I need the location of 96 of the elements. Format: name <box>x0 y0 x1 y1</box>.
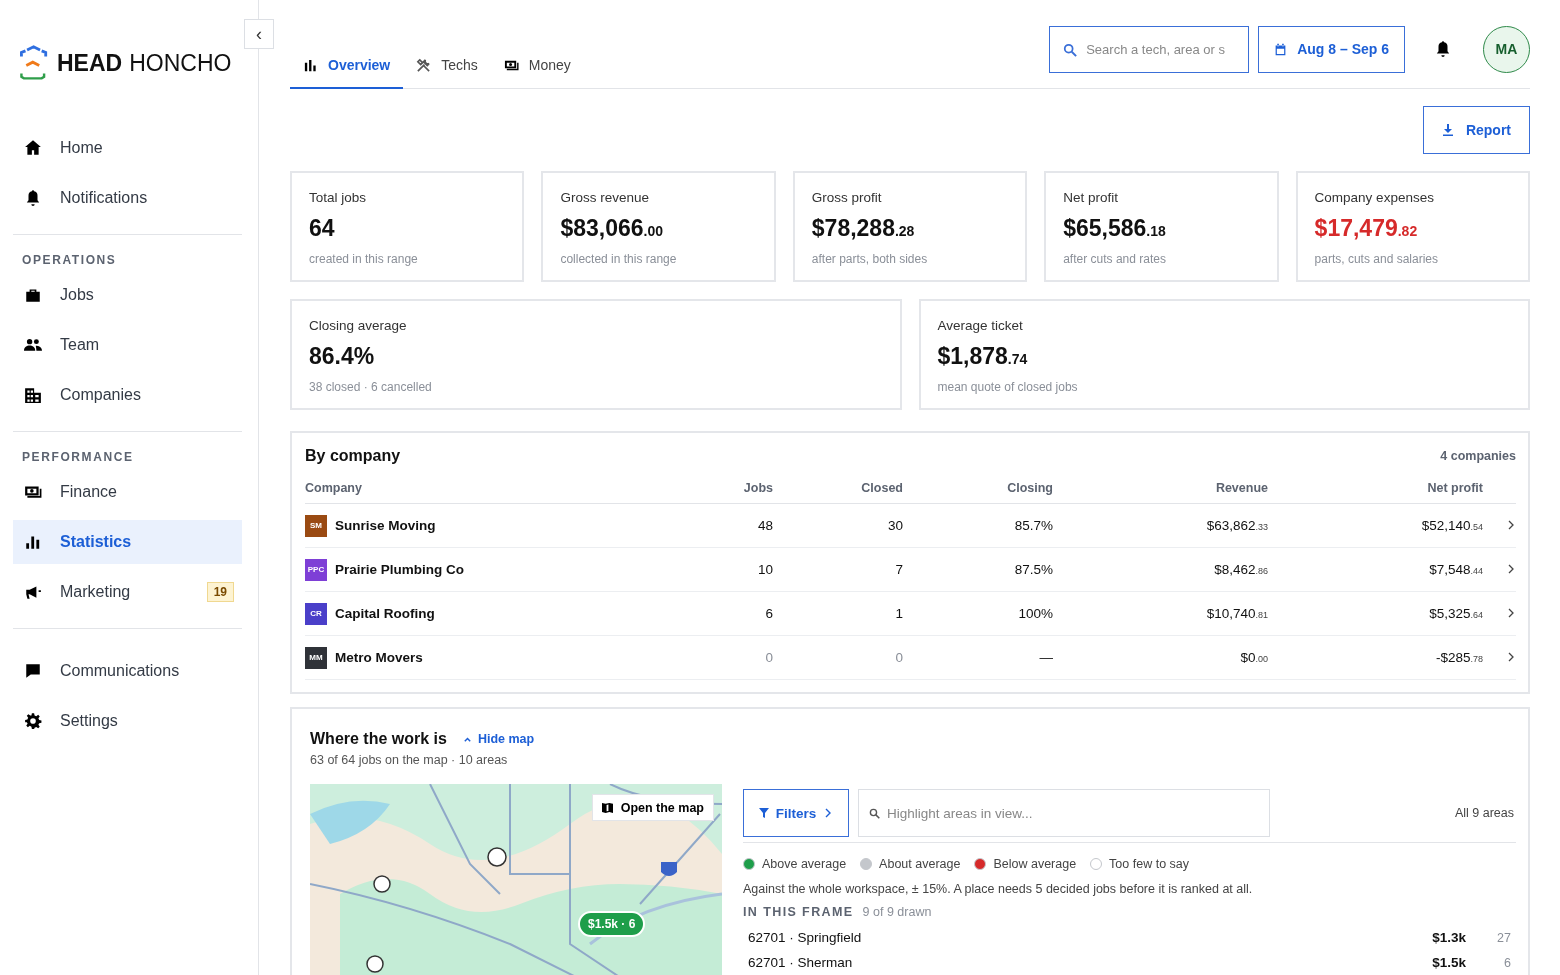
user-avatar[interactable]: MA <box>1483 25 1530 73</box>
areas-count: All 9 areas <box>1454 806 1515 820</box>
table-cell: $0.00 <box>1053 635 1268 680</box>
tab[interactable]: Money <box>490 43 584 89</box>
stat-label: Closing average <box>309 318 408 333</box>
sidebar-item[interactable]: Settings <box>13 699 242 743</box>
stat-label: Gross profit <box>811 190 883 205</box>
table-cell: $10,740.81 <box>1053 591 1268 636</box>
column-header: Company <box>305 475 693 504</box>
section-title: Where the work is <box>310 730 447 748</box>
table-cell: 30 <box>773 503 903 548</box>
map-subtitle: 63 of 64 jobs on the map · 10 areas <box>310 753 509 767</box>
stat-label: Gross revenue <box>560 190 650 205</box>
column-header: Closed <box>773 475 903 504</box>
sidebar-item[interactable]: Jobs <box>13 273 242 317</box>
stat-value: $65,586.18 <box>1063 215 1167 242</box>
table-cell: 48 <box>693 503 773 548</box>
company-initials: MM <box>305 646 327 669</box>
table-cell: $63,862.33 <box>1053 503 1268 548</box>
date-range-button[interactable]: Aug 8 – Sep 6 <box>1258 25 1405 73</box>
stat-note: collected in this range <box>560 252 678 266</box>
section-heading: OPERATIONS <box>22 253 118 267</box>
frame-count: 9 of 9 drawn <box>862 905 932 919</box>
company-count: 4 companies <box>1440 449 1516 463</box>
company-name-cell[interactable]: CR Capital Roofing <box>305 602 693 625</box>
table-cell: 1 <box>773 591 903 636</box>
highlight-search-field[interactable]: Highlight areas in view... <box>858 789 1270 837</box>
stat-value: $17,479.82 <box>1314 215 1419 242</box>
table-cell: -$285.78 <box>1268 635 1483 680</box>
stat-label: Net profit <box>1063 190 1119 205</box>
sidebar-item[interactable]: Finance <box>13 470 242 514</box>
table-cell: $7,548.44 <box>1268 547 1483 592</box>
frame-heading: IN THIS FRAME <box>743 905 854 919</box>
stat-value: 64 <box>309 215 336 242</box>
table-cell: 100% <box>903 591 1053 636</box>
area-row[interactable]: 62701 · Sherman $1.5k 6 <box>743 950 1516 975</box>
table-cell: 7 <box>773 547 903 592</box>
company-name-cell[interactable]: PPC Prairie Plumbing Co <box>305 558 693 581</box>
company-initials: PPC <box>305 558 327 581</box>
filters-button[interactable]: Filters <box>743 789 849 837</box>
section-heading: PERFORMANCE <box>22 450 135 464</box>
legend-label: Too few to say <box>1109 857 1189 871</box>
table-cell: 0 <box>693 635 773 680</box>
company-name-cell[interactable]: MM Metro Movers <box>305 646 693 669</box>
search-field[interactable]: Search a tech, area or s <box>1049 25 1250 73</box>
open-map-button[interactable]: Open the map <box>591 794 714 821</box>
stat-value: $1,878.74 <box>937 343 1029 370</box>
company-name-cell[interactable]: SM Sunrise Moving <box>305 514 693 537</box>
column-header: Revenue <box>1053 475 1268 504</box>
tab[interactable]: Overview <box>290 43 404 89</box>
stat-label: Company expenses <box>1314 190 1435 205</box>
stat-label: Average ticket <box>937 318 1024 333</box>
report-button[interactable]: Report <box>1422 106 1530 154</box>
tab[interactable]: Techs <box>403 43 491 89</box>
stat-note: 38 closed · 6 cancelled <box>309 380 433 394</box>
table-cell: 85.7% <box>903 503 1053 548</box>
table-cell: 87.5% <box>903 547 1053 592</box>
brand-name-suffix: HONCHO <box>129 49 232 77</box>
sidebar-item[interactable]: Notifications <box>13 176 242 220</box>
column-header: Net profit <box>1268 475 1483 504</box>
stat-value: $78,288.28 <box>811 215 916 242</box>
hide-map-link[interactable]: Hide map <box>462 732 535 746</box>
stat-note: parts, cuts and salaries <box>1314 252 1439 266</box>
stat-note: created in this range <box>309 252 419 266</box>
collapse-button[interactable]: ‹ <box>244 19 274 49</box>
company-initials: CR <box>305 602 327 625</box>
legend-label: Below average <box>993 857 1077 871</box>
sidebar-item[interactable]: Companies <box>13 373 242 417</box>
stat-value: $83,066.00 <box>560 215 664 242</box>
sidebar-item[interactable]: Statistics <box>13 520 242 564</box>
stat-note: mean quote of closed jobs <box>937 380 1079 394</box>
table-cell: $5,325.64 <box>1268 591 1483 636</box>
section-title: By company <box>305 447 401 465</box>
stat-note: after parts, both sides <box>811 252 929 266</box>
table-cell: 0 <box>773 635 903 680</box>
legend-label: About average <box>879 857 961 871</box>
table-cell: 10 <box>693 547 773 592</box>
sidebar-item[interactable]: Communications <box>13 649 242 693</box>
legend-label: Above average <box>762 857 847 871</box>
table-cell: $8,462.86 <box>1053 547 1268 592</box>
stat-value: 86.4% <box>309 343 376 370</box>
table-cell: $52,140.54 <box>1268 503 1483 548</box>
column-header: Jobs <box>693 475 773 504</box>
stat-note: after cuts and rates <box>1063 252 1167 266</box>
company-initials: SM <box>305 514 327 537</box>
area-row[interactable]: 62701 · Springfield $1.3k 27 <box>743 925 1516 950</box>
ranking-note: Against the whole workspace, ± 15%. A place needs 5 decided jobs before it is ranked at all. <box>743 882 1254 896</box>
column-header: Closing <box>903 475 1053 504</box>
count-badge: 19 <box>206 582 234 602</box>
sidebar-item[interactable]: Marketing 19 <box>13 570 242 614</box>
sidebar-item[interactable]: Home <box>13 126 242 170</box>
stat-label: Total jobs <box>309 190 368 205</box>
table-cell: 6 <box>693 591 773 636</box>
sidebar-item[interactable]: Team <box>13 323 242 367</box>
table-cell: — <box>903 635 1053 680</box>
brand-name: HEAD <box>57 49 123 77</box>
